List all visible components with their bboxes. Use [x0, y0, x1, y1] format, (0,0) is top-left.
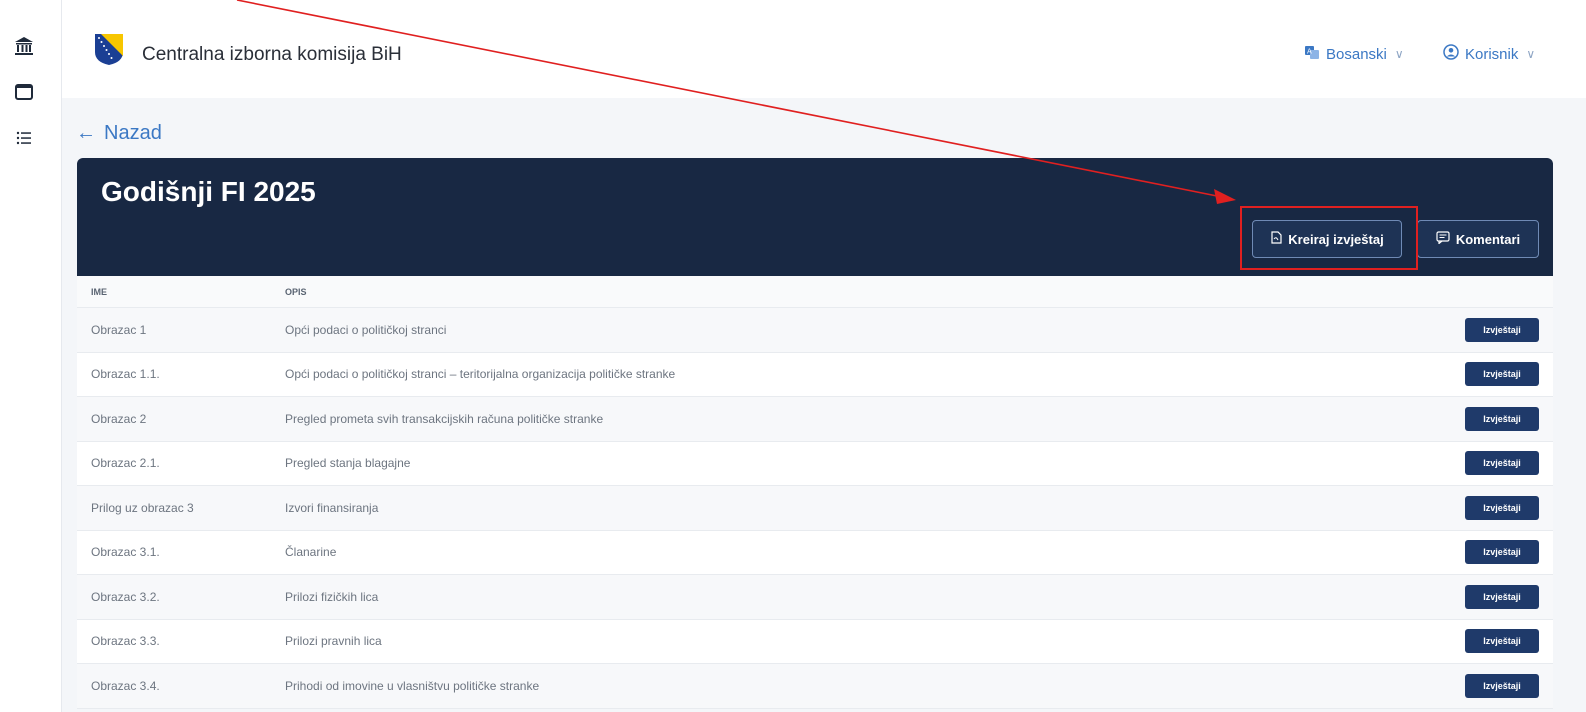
row-description: Prilozi fizičkih lica [285, 589, 379, 604]
annotation-highlight-box [1240, 206, 1418, 270]
column-header-name: IME [91, 286, 108, 297]
row-name: Obrazac 1.1. [91, 367, 160, 382]
comments-button[interactable]: Komentari [1417, 220, 1539, 258]
row-name: Prilog uz obrazac 3 [91, 500, 194, 515]
table-row: Obrazac 3.4. Prihodi od imovine u vlasniš… [77, 664, 1553, 709]
reports-button[interactable]: Izvještaji [1465, 362, 1539, 387]
table-body: Obrazac 1 Opći podaci o političkoj stranc… [77, 308, 1553, 709]
language-label: Bosanski [1326, 45, 1387, 63]
reports-button[interactable]: Izvještaji [1465, 673, 1539, 698]
table-row: Obrazac 2 Pregled prometa svih transakcij… [77, 397, 1553, 442]
table-row: Prilog uz obrazac 3 Izvori finansiranja Iz… [77, 486, 1553, 531]
row-description: Opći podaci o političkoj stranci – terit… [285, 367, 676, 382]
user-avatar-icon [1443, 44, 1459, 64]
reports-button[interactable]: Izvještaji [1465, 584, 1539, 609]
row-name: Obrazac 3.2. [91, 589, 160, 604]
reports-button[interactable]: Izvještaji [1465, 317, 1539, 342]
table-row: Obrazac 3.2. Prilozi fizičkih lica Izvješt… [77, 575, 1553, 620]
window-icon[interactable] [12, 80, 36, 104]
row-description: Prilozi pravnih lica [285, 634, 382, 649]
table-header: IME OPIS [77, 276, 1553, 308]
row-description: Opći podaci o političkoj stranci [285, 322, 447, 337]
main-content: ← Nazad Godišnji FI 2025 Kreiraj izvješt… [62, 98, 1586, 712]
row-name: Obrazac 2 [91, 411, 147, 426]
comments-label: Komentari [1455, 231, 1521, 247]
arrow-left-icon: ← [76, 122, 96, 144]
row-name: Obrazac 2.1. [91, 456, 160, 471]
row-description: Članarine [285, 545, 337, 560]
row-name: Obrazac 3.1. [91, 545, 160, 560]
table-row: Obrazac 1 Opći podaci o političkoj stranc… [77, 308, 1553, 353]
back-label: Nazad [104, 122, 162, 144]
svg-text:A: A [1307, 48, 1312, 56]
row-name: Obrazac 3.4. [91, 678, 160, 693]
list-icon[interactable] [12, 126, 36, 150]
institution-icon[interactable] [12, 34, 36, 58]
side-rail [0, 0, 62, 712]
reports-button[interactable]: Izvještaji [1465, 406, 1539, 431]
reports-button[interactable]: Izvještaji [1465, 451, 1539, 476]
page-title: Godišnji FI 2025 [101, 176, 316, 207]
user-menu[interactable]: Korisnik ∨ [1443, 44, 1535, 64]
row-description: Pregled stanja blagajne [285, 456, 411, 471]
column-header-description: OPIS [285, 286, 307, 297]
forms-table: IME OPIS Obrazac 1 Opći podaci o političk… [77, 276, 1553, 709]
row-description: Izvori finansiranja [285, 500, 379, 515]
table-row: Obrazac 3.1. Članarine Izvještaji [77, 531, 1553, 575]
app-title: Centralna izborna komisija BiH [142, 44, 402, 65]
table-row: Obrazac 1.1. Opći podaci o političkoj str… [77, 353, 1553, 397]
top-bar: Centralna izborna komisija BiH A Bosansk… [62, 0, 1586, 98]
comment-icon [1436, 231, 1450, 247]
translate-icon: A [1304, 44, 1320, 64]
chevron-down-icon: ∨ [1394, 47, 1404, 61]
report-header: Godišnji FI 2025 Kreiraj izvještaj Komen… [77, 158, 1553, 276]
chevron-down-icon: ∨ [1526, 47, 1536, 61]
reports-button[interactable]: Izvještaji [1465, 540, 1539, 565]
table-row: Obrazac 3.3. Prilozi pravnih lica Izvješta… [77, 620, 1553, 664]
user-label: Korisnik [1465, 45, 1519, 63]
reports-button[interactable]: Izvještaji [1465, 495, 1539, 520]
row-description: Pregled prometa svih transakcijskih raču… [285, 411, 604, 426]
table-row: Obrazac 2.1. Pregled stanja blagajne Izvje… [77, 442, 1553, 486]
row-name: Obrazac 1 [91, 322, 147, 337]
bih-flag-logo [92, 32, 126, 66]
row-description: Prihodi od imovine u vlasništvu političk… [285, 678, 540, 693]
language-selector[interactable]: A Bosanski ∨ [1304, 44, 1404, 64]
row-name: Obrazac 3.3. [91, 634, 160, 649]
reports-button[interactable]: Izvještaji [1465, 629, 1539, 654]
back-link[interactable]: ← Nazad [76, 122, 162, 145]
